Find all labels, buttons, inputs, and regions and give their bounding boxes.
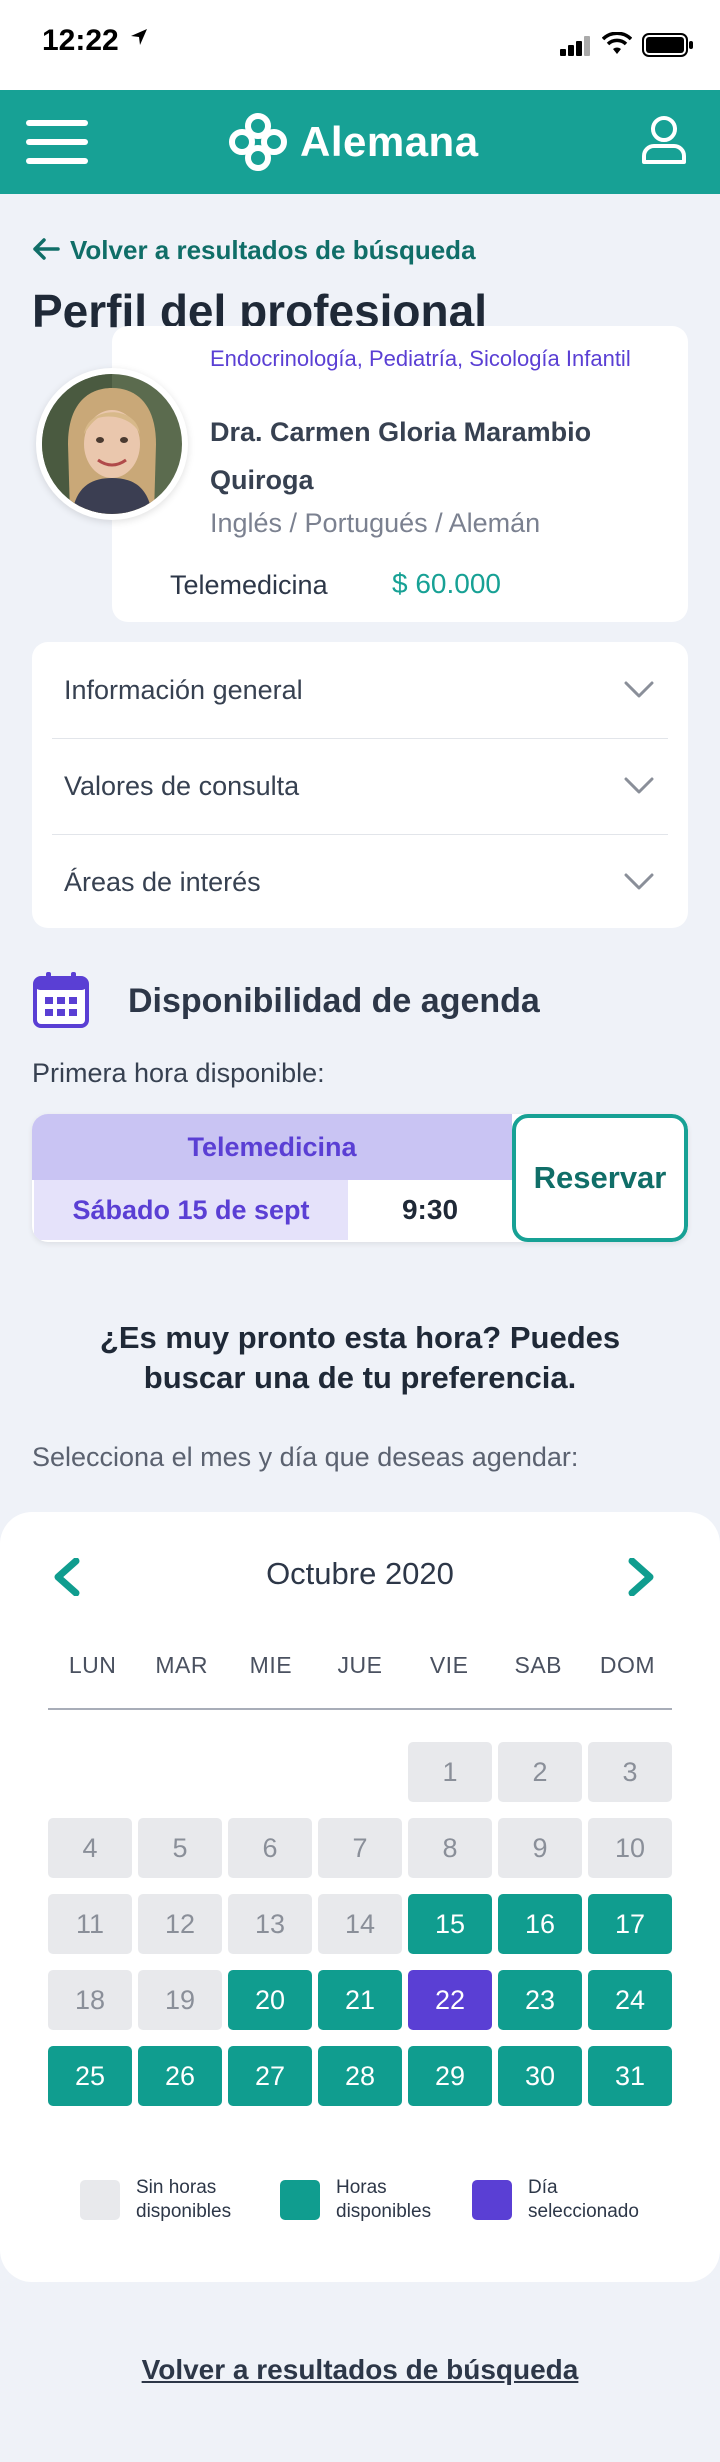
calendar-day-10: 10 (588, 1818, 672, 1878)
doctor-photo (42, 374, 182, 514)
back-to-results-link[interactable]: Volver a resultados de búsqueda (32, 232, 476, 269)
hamburger-menu-icon[interactable] (26, 120, 88, 164)
calendar-day-4: 4 (48, 1818, 132, 1878)
calendar-day-22[interactable]: 22 (408, 1970, 492, 2030)
doctor-name: Dra. Carmen Gloria Marambio Quiroga (210, 417, 592, 495)
doctor-specialties: Endocrinología, Pediatría, Sicología Inf… (210, 346, 631, 371)
calendar-day-26[interactable]: 26 (138, 2046, 222, 2106)
legend-label: Horas disponibles (336, 2177, 432, 2222)
status-bar: 12:22 (0, 0, 720, 90)
legend-swatch (472, 2180, 512, 2220)
calendar-day-3: 3 (588, 1742, 672, 1802)
calendar-day-6: 6 (228, 1818, 312, 1878)
chevron-down-icon (624, 675, 654, 706)
legend-label: Sin horas disponibles (136, 2177, 232, 2222)
calendar-day-20[interactable]: 20 (228, 1970, 312, 2030)
accordion-areas-interest[interactable]: Áreas de interés (52, 834, 668, 930)
calendar-day-31[interactable]: 31 (588, 2046, 672, 2106)
calendar-day-25[interactable]: 25 (48, 2046, 132, 2106)
logo-text: Alemana (300, 118, 479, 165)
calendar-day-21[interactable]: 21 (318, 1970, 402, 2030)
accordion-label: Áreas de interés (64, 867, 261, 897)
calendar-day-29[interactable]: 29 (408, 2046, 492, 2106)
cellular-signal-icon (560, 36, 592, 61)
weekday-label: VIE (429, 1652, 469, 1678)
calendar-day-23[interactable]: 23 (498, 1970, 582, 2030)
accordion-label: Información general (64, 674, 303, 705)
battery-icon (642, 33, 694, 62)
accordion-general-info[interactable]: Información general (52, 642, 668, 738)
calendar-day-15[interactable]: 15 (408, 1894, 492, 1954)
calendar-day-27[interactable]: 27 (228, 2046, 312, 2106)
back-to-results-bottom-link[interactable]: Volver a resultados de búsqueda (0, 2354, 720, 2386)
prompt-text: ¿Es muy pronto esta hora? Puedes buscar … (99, 1320, 621, 1395)
weekday-label: MIE (249, 1652, 293, 1678)
calendar-day-7: 7 (318, 1818, 402, 1878)
calendar-day-17[interactable]: 17 (588, 1894, 672, 1954)
consult-modality: Telemedicina (170, 570, 328, 600)
legend-label: Día seleccionado (528, 2177, 639, 2222)
calendar-day-30[interactable]: 30 (498, 2046, 582, 2106)
reserve-button[interactable]: Reservar (512, 1114, 688, 1242)
chevron-down-icon (624, 867, 654, 898)
profile-accordion: Información general Valores de consulta … (32, 642, 688, 928)
legend-swatch (80, 2180, 120, 2220)
location-arrow-icon (130, 28, 148, 51)
back-to-results-label: Volver a resultados de búsqueda (70, 235, 476, 265)
first-available-slot: Telemedicina Sábado 15 de sept 9:30 Rese… (32, 1114, 688, 1242)
wifi-icon (601, 31, 633, 61)
arrow-left-icon (32, 232, 60, 269)
consult-price: $ 60.000 (392, 568, 501, 599)
user-profile-icon[interactable] (640, 114, 688, 171)
chevron-right-icon[interactable] (628, 1557, 656, 1601)
calendar-day-16[interactable]: 16 (498, 1894, 582, 1954)
calendar-day-2: 2 (498, 1742, 582, 1802)
weekday-label: LUN (68, 1652, 117, 1678)
calendar-month-label: Octubre 2020 (266, 1556, 454, 1591)
calendar-day-13: 13 (228, 1894, 312, 1954)
status-time: 12:22 (42, 24, 119, 57)
calendar-card: Octubre 2020 LUN MAR MIE JUE VIE SAB DOM… (0, 1512, 720, 2282)
calendar-day-11: 11 (48, 1894, 132, 1954)
slot-time: 9:30 (348, 1180, 512, 1240)
calendar-day-9: 9 (498, 1818, 582, 1878)
calendar-day-19: 19 (138, 1970, 222, 2030)
calendar-day-28[interactable]: 28 (318, 2046, 402, 2106)
calendar-day-8: 8 (408, 1818, 492, 1878)
weekday-header: LUN MAR MIE JUE VIE SAB DOM (48, 1652, 672, 1679)
calendar-day-5: 5 (138, 1818, 222, 1878)
first-available-label: Primera hora disponible: (32, 1058, 325, 1088)
doctor-languages: Inglés / Portugués / Alemán (210, 508, 541, 538)
calendar-day-1: 1 (408, 1742, 492, 1802)
slot-modality: Telemedicina (32, 1114, 512, 1180)
weekday-label: SAB (514, 1652, 563, 1678)
weekday-label: DOM (599, 1652, 655, 1678)
accordion-label: Valores de consulta (64, 771, 300, 801)
select-date-label: Selecciona el mes y día que deseas agend… (32, 1442, 579, 1472)
alemana-logo[interactable]: Alemana (228, 110, 479, 174)
legend-no-hours: Sin horas disponibles (80, 2176, 256, 2224)
alemana-logo-icon (229, 113, 287, 171)
weekday-divider (48, 1708, 672, 1710)
legend-swatch (280, 2180, 320, 2220)
app-header: Alemana (0, 90, 720, 194)
calendar-day-14: 14 (318, 1894, 402, 1954)
slot-date: Sábado 15 de sept (34, 1180, 348, 1240)
legend-available-hours: Horas disponibles (280, 2176, 446, 2224)
legend-selected-day: Día seleccionado (472, 2176, 658, 2224)
calendar-day-24[interactable]: 24 (588, 1970, 672, 2030)
agenda-title: Disponibilidad de agenda (128, 982, 540, 1020)
accordion-consult-values[interactable]: Valores de consulta (52, 738, 668, 834)
calendar-day-18: 18 (48, 1970, 132, 2030)
calendar-icon (32, 970, 90, 1030)
weekday-label: MAR (155, 1652, 209, 1678)
weekday-label: JUE (337, 1652, 383, 1678)
doctor-avatar (36, 368, 188, 520)
chevron-down-icon (624, 771, 654, 802)
calendar-day-12: 12 (138, 1894, 222, 1954)
